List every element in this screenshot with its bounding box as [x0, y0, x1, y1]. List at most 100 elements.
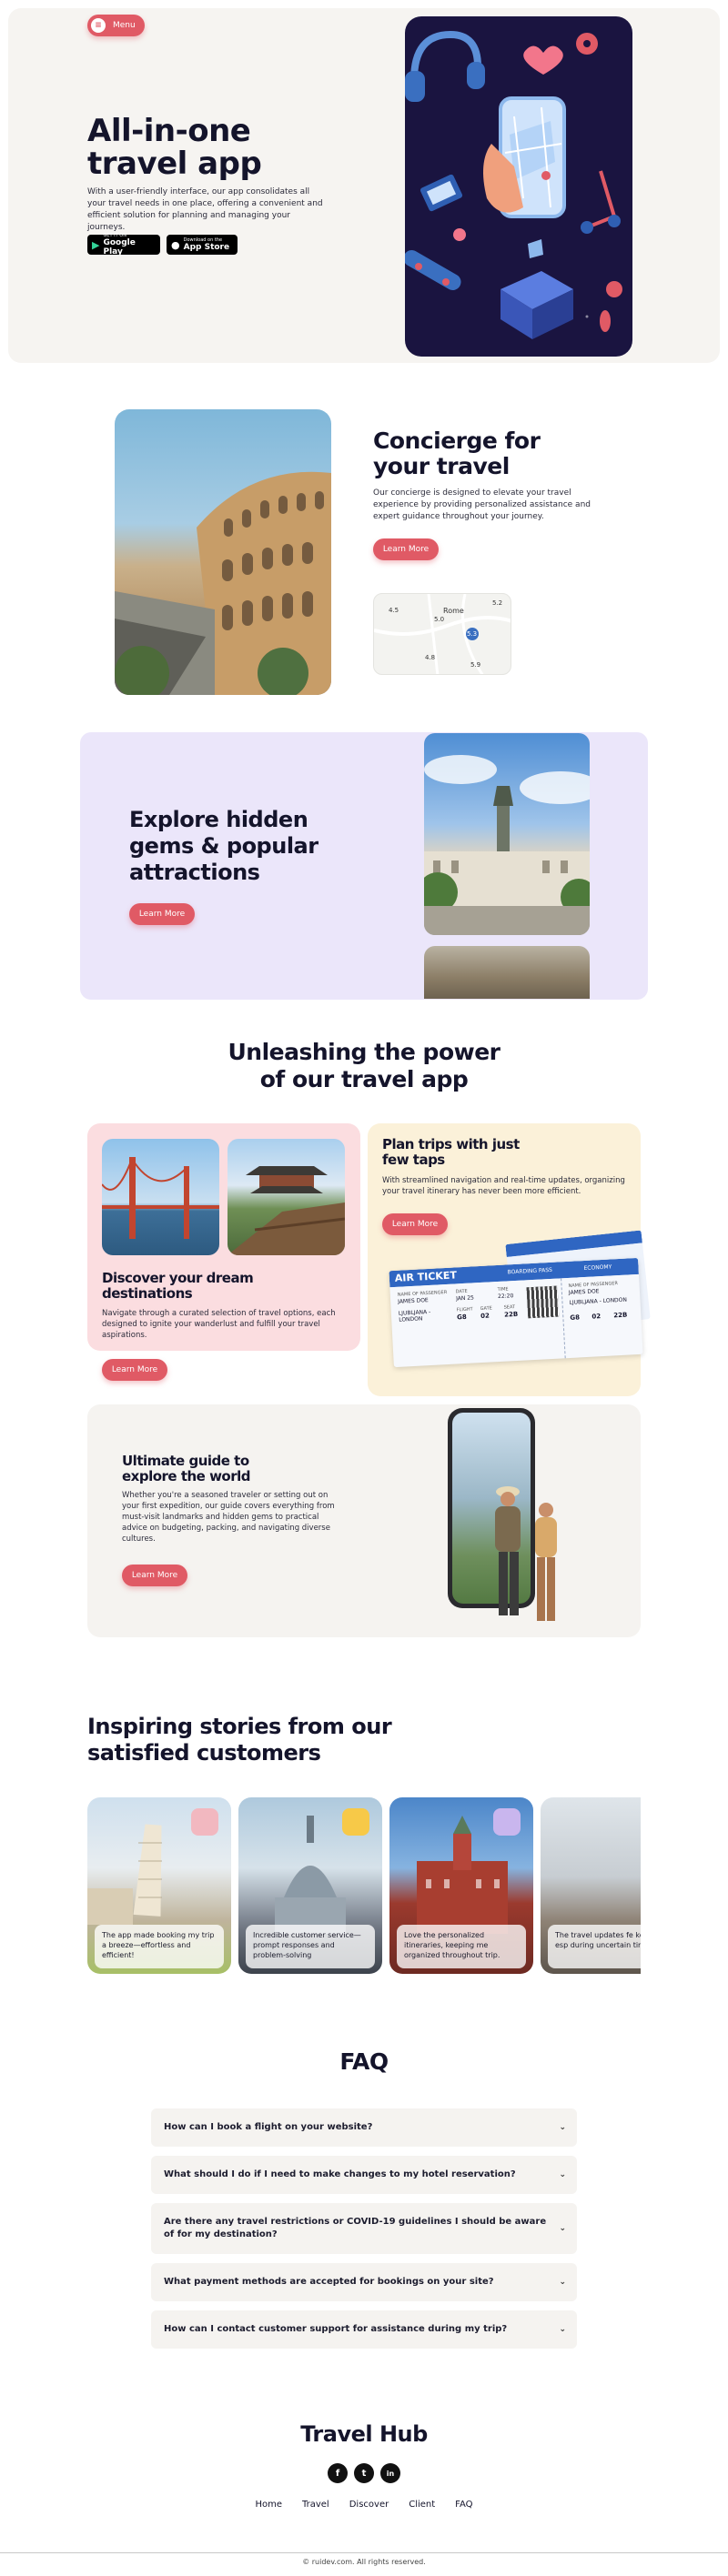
ticket-perforation — [561, 1278, 566, 1359]
faq-item-3[interactable]: Are there any travel restrictions or COV… — [151, 2203, 577, 2254]
guide-description: Whether you're a seasoned traveler or se… — [122, 1491, 335, 1544]
footer-link-home[interactable]: Home — [255, 2500, 282, 2510]
stories-title: Inspiring stories from our satisfied cus… — [87, 1714, 392, 1766]
explore-learn-more-button[interactable]: Learn More — [129, 903, 195, 925]
guide-title: Ultimate guide to explore the world — [122, 1453, 251, 1484]
ticket-seat: 22B — [503, 1310, 519, 1319]
map-rating-6: 5.9 — [470, 661, 481, 669]
footer-link-faq[interactable]: FAQ — [455, 2500, 472, 2510]
avatar — [191, 1808, 218, 1836]
concierge-description: Our concierge is designed to elevate you… — [373, 488, 591, 521]
story-card-4[interactable]: The travel updates fe kept me informed, … — [541, 1797, 641, 1974]
ticket-gate-label: GATE — [480, 1305, 493, 1313]
discover-learn-more-button[interactable]: Learn More — [102, 1359, 167, 1381]
footer-link-discover[interactable]: Discover — [349, 2500, 389, 2510]
chevron-down-icon: ⌄ — [559, 2123, 566, 2132]
pagoda-photo — [228, 1139, 345, 1255]
explore-title: Explore hidden gems & popular attraction… — [129, 807, 318, 885]
map-rating-2: 5.0 — [434, 616, 445, 623]
ticket-gate: 02 — [480, 1312, 490, 1321]
chevron-down-icon: ⌄ — [559, 2170, 566, 2179]
aerial-photo — [424, 946, 590, 999]
concierge-title: Concierge for your travel — [373, 428, 541, 479]
ticket-stub-seat: 22B — [613, 1311, 628, 1320]
story-card-3[interactable]: Love the personalized itineraries, keepi… — [389, 1797, 533, 1974]
map-rating-3: 5.2 — [492, 599, 503, 607]
ticket-stub-route: LJUBLJANA - LONDON — [569, 1296, 628, 1306]
ticket-economy: ECONOMY — [583, 1263, 612, 1273]
avatar — [342, 1808, 369, 1836]
ticket-stub-name: JAMES DOE — [568, 1288, 600, 1296]
twitter-icon[interactable]: t — [354, 2463, 374, 2483]
story-quote: Love the personalized itineraries, keepi… — [397, 1925, 526, 1968]
faq-title: FAQ — [339, 2048, 389, 2075]
ticket-date: JAN 25 — [455, 1294, 475, 1303]
ticket-flight: G8 — [456, 1313, 468, 1322]
power-title: Unleashing the power of our travel app — [228, 1039, 501, 1092]
heart-icon — [523, 45, 563, 75]
headphones-icon — [405, 30, 485, 102]
footer-divider — [0, 2552, 728, 2553]
faq-item-4[interactable]: What payment methods are accepted for bo… — [151, 2263, 577, 2301]
facebook-icon[interactable]: f — [328, 2463, 348, 2483]
footer-brand: Travel Hub — [300, 2421, 428, 2447]
laptop-icon — [420, 174, 463, 212]
map-rating-5: 4.8 — [425, 654, 436, 661]
hero-title: All-in-one travel app — [87, 113, 262, 182]
copyright: © ruidev.com. All rights reserved. — [302, 2558, 426, 2566]
ticket-name: JAMES DOE — [398, 1297, 429, 1305]
scooter-icon — [581, 170, 621, 234]
concierge-learn-more-button[interactable]: Learn More — [373, 538, 439, 560]
map-rating-4: 5.3 — [467, 630, 478, 638]
map-rating-1: 4.5 — [389, 607, 399, 614]
menu-icon: ≡ — [91, 18, 106, 33]
colosseum-photo — [115, 409, 331, 695]
map-city-label: Rome — [443, 607, 464, 615]
chevron-down-icon: ⌄ — [559, 2224, 566, 2233]
paris-monument-photo — [424, 733, 590, 935]
ticket-boarding: BOARDING PASS — [507, 1266, 553, 1276]
map-card: 4.5 5.0 5.2 5.3 4.8 5.9 Rome — [373, 593, 511, 675]
chevron-down-icon: ⌄ — [559, 2278, 566, 2287]
golden-gate-photo — [102, 1139, 219, 1255]
story-quote: The app made booking my trip a breeze—ef… — [95, 1925, 224, 1968]
discover-title: Discover your dream destinations — [102, 1270, 254, 1302]
story-card-1[interactable]: The app made booking my trip a breeze—ef… — [87, 1797, 231, 1974]
discover-description: Navigate through a curated selection of … — [102, 1309, 336, 1340]
qr-code-icon — [526, 1285, 560, 1319]
faq-item-5[interactable]: How can I contact customer support for a… — [151, 2310, 577, 2349]
plan-learn-more-button[interactable]: Learn More — [382, 1213, 448, 1235]
suitcase-icon — [500, 271, 573, 339]
faq-item-2[interactable]: What should I do if I need to make chang… — [151, 2156, 577, 2194]
menu-button[interactable]: ≡ Menu — [87, 15, 145, 36]
footer-link-travel[interactable]: Travel — [302, 2500, 329, 2510]
footer-nav: Home Travel Discover Client FAQ — [0, 2500, 728, 2510]
apple-icon: ● — [171, 238, 180, 251]
ticket-route: LJUBLJANA - LONDON — [398, 1308, 431, 1323]
ticket-time-label: TIME — [497, 1286, 509, 1293]
hero-illustration — [405, 16, 632, 357]
air-ticket: AIR TICKET BOARDING PASS ECONOMY NAME OF… — [389, 1257, 643, 1368]
faq-item-1[interactable]: How can I book a flight on your website?… — [151, 2108, 577, 2147]
app-store-badge[interactable]: ● Download on the App Store — [167, 235, 238, 255]
footer-link-client[interactable]: Client — [409, 2500, 435, 2510]
ticket-stub-gate: 02 — [592, 1313, 602, 1321]
menu-label: Menu — [113, 21, 136, 30]
ticket-time: 22:20 — [497, 1293, 514, 1301]
stories-carousel[interactable]: The app made booking my trip a breeze—ef… — [87, 1792, 641, 1983]
story-quote: Incredible customer service—prompt respo… — [246, 1925, 375, 1968]
travelers-illustration — [495, 1486, 557, 1621]
instagram-icon[interactable]: in — [380, 2463, 400, 2483]
plan-title: Plan trips with just few taps — [382, 1136, 520, 1168]
hero-description: With a user-friendly interface, our app … — [87, 187, 323, 232]
skateboard-icon — [405, 250, 461, 290]
chevron-down-icon: ⌄ — [559, 2325, 566, 2334]
ticket-flight-label: FLIGHT — [456, 1306, 473, 1313]
ticket-date-label: DATE — [455, 1288, 468, 1295]
guide-learn-more-button[interactable]: Learn More — [122, 1565, 187, 1586]
story-quote: The travel updates fe kept me informed, … — [548, 1925, 641, 1968]
plan-description: With streamlined navigation and real-tim… — [382, 1176, 625, 1196]
story-card-2[interactable]: Incredible customer service—prompt respo… — [238, 1797, 382, 1974]
avatar — [493, 1808, 521, 1836]
google-play-badge[interactable]: ▶ GET IT ON Google Play — [87, 233, 160, 257]
